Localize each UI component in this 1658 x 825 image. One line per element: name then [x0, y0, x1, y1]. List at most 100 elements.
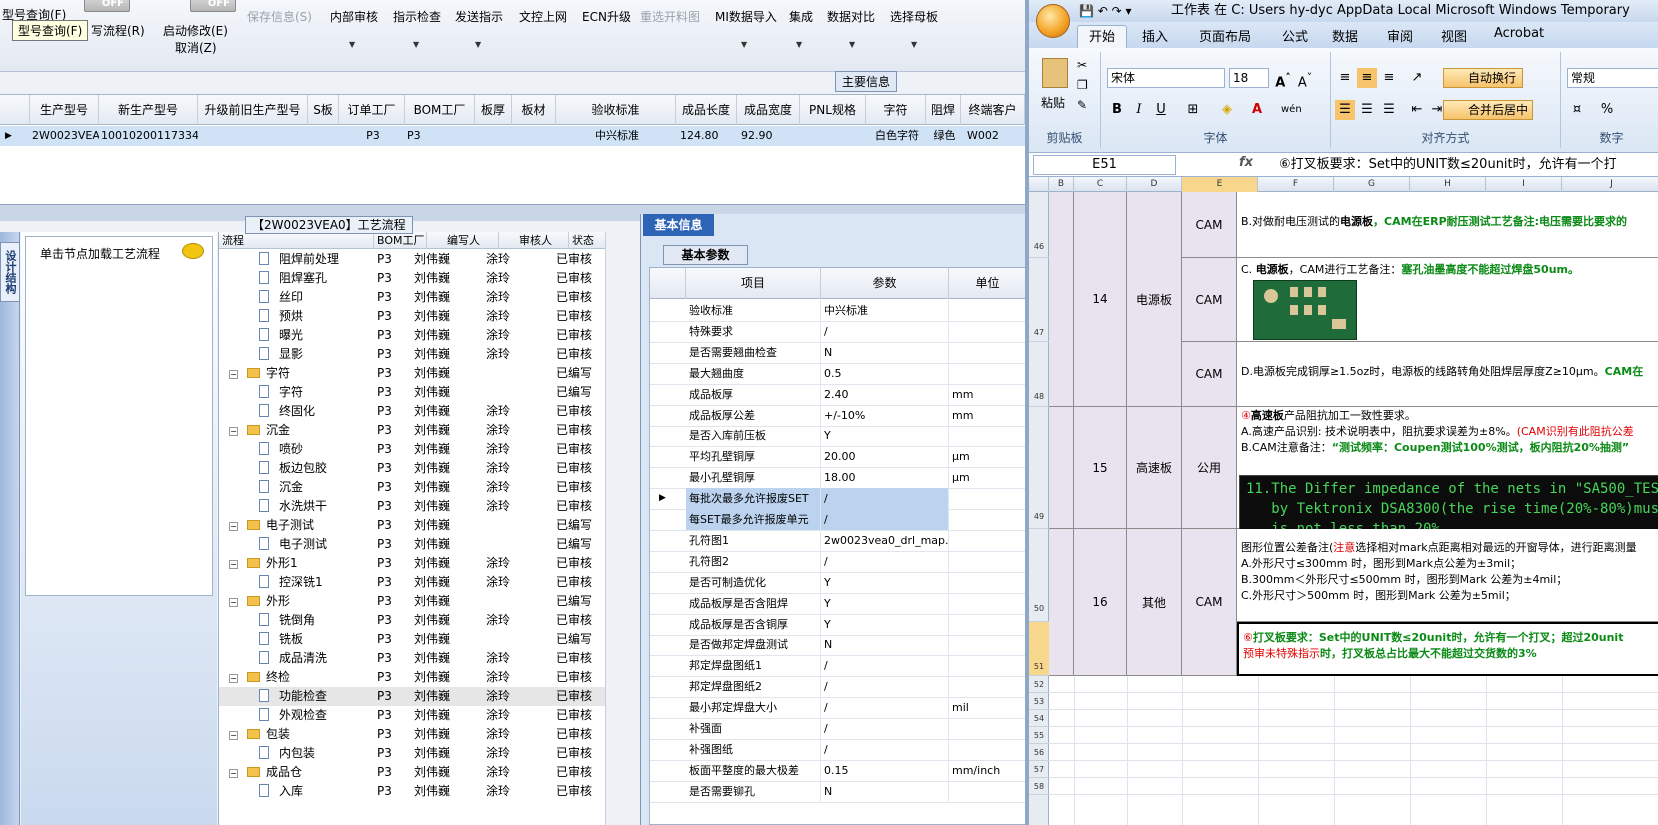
param-value[interactable]: Y	[821, 592, 949, 614]
quick-access-icons[interactable]: 💾 ↶ ↷ ▾	[1079, 0, 1132, 22]
decrease-indent-icon[interactable]: ⇤	[1407, 100, 1427, 120]
tree-row[interactable]: 显影 P3 刘伟巍 涂玲 已审核	[219, 345, 614, 364]
tree-expander[interactable]: −	[229, 364, 242, 383]
col-header[interactable]: 参数	[821, 268, 949, 299]
chevron-down-icon[interactable]: ▼	[911, 40, 917, 49]
tree-row[interactable]: − 终检 P3 刘伟巍 涂玲 已审核	[219, 668, 614, 687]
paste-icon[interactable]	[1042, 58, 1068, 88]
font-size-select[interactable]: 18	[1229, 68, 1269, 88]
param-value[interactable]: /	[821, 697, 949, 719]
param-row[interactable]: 最小孔壁铜厚 18.00 μm	[650, 467, 1025, 490]
cell-dept[interactable]: CAM	[1182, 192, 1237, 258]
node-box[interactable]: 单击节点加载工艺流程	[25, 236, 213, 596]
cell-no[interactable]: 14	[1074, 192, 1127, 407]
grow-font-icon[interactable]: A˄	[1273, 68, 1293, 90]
tree-row[interactable]: 铣板 P3 刘伟巍 已编写	[219, 630, 614, 649]
row-number[interactable]: 51	[1029, 622, 1049, 676]
cell[interactable]: P3	[339, 126, 405, 146]
tree-expander[interactable]: −	[229, 516, 242, 535]
tree-row[interactable]: 字符 P3 刘伟巍 已编写	[219, 383, 614, 402]
param-row[interactable]: 成品板厚是否含铜厚 Y	[650, 613, 1025, 636]
param-value[interactable]: Y	[821, 425, 949, 447]
cell-b[interactable]	[1049, 192, 1074, 407]
integrate-button[interactable]: 集成	[789, 8, 813, 25]
toggle-off[interactable]: OFF	[190, 0, 236, 12]
tree-row[interactable]: − 成品仓 P3 刘伟巍 涂玲 已审核	[219, 763, 614, 782]
align-middle-icon[interactable]: ≡	[1357, 68, 1377, 88]
cell-category[interactable]: 高速板	[1127, 407, 1182, 529]
param-row[interactable]: 是否可制造优化 Y	[650, 571, 1025, 594]
align-right-icon[interactable]: ☰	[1379, 100, 1399, 120]
tree-row[interactable]: − 字符 P3 刘伟巍 已编写	[219, 364, 614, 383]
param-row[interactable]: ▶ 每批次最多允许报废SET /	[650, 488, 1025, 511]
col-header[interactable]: C	[1074, 177, 1127, 192]
tree-row[interactable]: 阻焊塞孔 P3 刘伟巍 涂玲 已审核	[219, 269, 614, 288]
param-row[interactable]: 邦定焊盘图纸2/	[650, 676, 1025, 699]
currency-icon[interactable]: ¤	[1567, 100, 1587, 120]
cell-content[interactable]: 图形位置公差备注(注意选择相对mark点距离相对最远的开窗导体，进行距离测量 A…	[1237, 529, 1658, 622]
col-header[interactable]: BOM工厂	[405, 95, 475, 125]
param-row[interactable]: 补强面 /	[650, 718, 1025, 740]
shrink-font-icon[interactable]: A˅	[1295, 68, 1315, 90]
col-header[interactable]: 升级前旧生产型号	[198, 95, 308, 125]
chevron-down-icon[interactable]: ▼	[741, 40, 747, 49]
tree-row[interactable]: 控深铣1 P3 刘伟巍 涂玲 已审核	[219, 573, 614, 592]
col-header[interactable]: B	[1049, 177, 1074, 192]
number-format-select[interactable]: 常规	[1567, 68, 1658, 88]
italic-icon[interactable]: I	[1129, 100, 1149, 120]
col-header[interactable]: 流程	[219, 232, 374, 249]
col-header[interactable]: 成品宽度	[737, 95, 800, 125]
cell-category[interactable]: 其他	[1127, 529, 1182, 676]
param-value[interactable]: 18.00	[821, 467, 949, 489]
param-row[interactable]: 邦定焊盘图纸1/	[650, 655, 1025, 678]
row-number[interactable]: 56	[1029, 744, 1049, 761]
param-value[interactable]: Y	[821, 613, 949, 635]
ecn-upgrade-button[interactable]: ECN升级	[582, 8, 631, 25]
tree-row[interactable]: − 外形 P3 刘伟巍 已编写	[219, 592, 614, 611]
param-row[interactable]: 验收标准 中兴标准	[650, 300, 1025, 322]
chevron-down-icon[interactable]: ▼	[349, 40, 355, 49]
row-number[interactable]: 53	[1029, 693, 1049, 710]
tree-row[interactable]: 曝光 P3 刘伟巍 涂玲 已审核	[219, 326, 614, 345]
param-row[interactable]: 每SET最多允许报废单元 /	[650, 509, 1025, 531]
row-number[interactable]: 47	[1029, 258, 1049, 342]
tree-expander[interactable]: −	[229, 668, 242, 687]
border-icon[interactable]: ⊞	[1183, 100, 1203, 120]
tab-view[interactable]: 视图	[1441, 26, 1467, 45]
col-header[interactable]: S板	[308, 95, 339, 125]
col-header[interactable]: H	[1410, 177, 1486, 192]
tree-row[interactable]: − 沉金 P3 刘伟巍 涂玲 已审核	[219, 421, 614, 440]
design-structure-tab[interactable]: 设计结构	[0, 242, 20, 302]
col-header[interactable]: 生产型号	[30, 95, 99, 125]
param-value[interactable]: /	[821, 488, 949, 510]
send-instruction-button[interactable]: 发送指示	[455, 8, 503, 25]
cell[interactable]: 92.90	[737, 126, 800, 146]
select-mother-board-button[interactable]: 选择母板	[890, 8, 938, 25]
row-number[interactable]: 52	[1029, 676, 1049, 693]
fx-icon[interactable]: fx	[1239, 155, 1253, 170]
tree-row[interactable]: 预烘 P3 刘伟巍 涂玲 已审核	[219, 307, 614, 326]
param-value[interactable]: 20.00	[821, 446, 949, 468]
cell[interactable]	[198, 126, 308, 146]
tree-row[interactable]: 终固化 P3 刘伟巍 涂玲 已审核	[219, 402, 614, 421]
cell-category[interactable]: 电源板	[1127, 192, 1182, 407]
fill-color-icon[interactable]: ◈	[1217, 100, 1237, 120]
param-row[interactable]: 最小邦定焊盘大小 / mil	[650, 697, 1025, 720]
col-header[interactable]: 成品长度	[676, 95, 737, 125]
param-row[interactable]: 是否做邦定焊盘测试 N	[650, 634, 1025, 657]
align-bottom-icon[interactable]: ≡	[1379, 68, 1399, 88]
param-value[interactable]: /	[821, 550, 949, 572]
cell[interactable]	[475, 126, 512, 146]
tab-page-layout[interactable]: 页面布局	[1199, 26, 1251, 45]
selected-cell-e51[interactable]: ⑥打叉板要求：Set中的UNIT数≤20unit时，允许有一个打叉；超过20un…	[1237, 622, 1658, 676]
cell[interactable]: 白色字符	[866, 126, 926, 146]
cell-content[interactable]: C. 电源板，CAM进行工艺备注：塞孔油墨高度不能超过焊盘50um。	[1237, 258, 1658, 342]
cell[interactable]: 中兴标准	[556, 126, 676, 146]
cell-b[interactable]	[1049, 529, 1074, 676]
write-flow-button[interactable]: 写流程(R)	[91, 22, 145, 39]
percent-icon[interactable]: %	[1597, 100, 1617, 120]
tree-row[interactable]: 外观检查 P3 刘伟巍 涂玲 已审核	[219, 706, 614, 725]
param-row[interactable]: 平均孔壁铜厚 20.00 μm	[650, 446, 1025, 469]
col-header[interactable]: G	[1334, 177, 1410, 192]
param-value[interactable]: N	[821, 634, 949, 656]
